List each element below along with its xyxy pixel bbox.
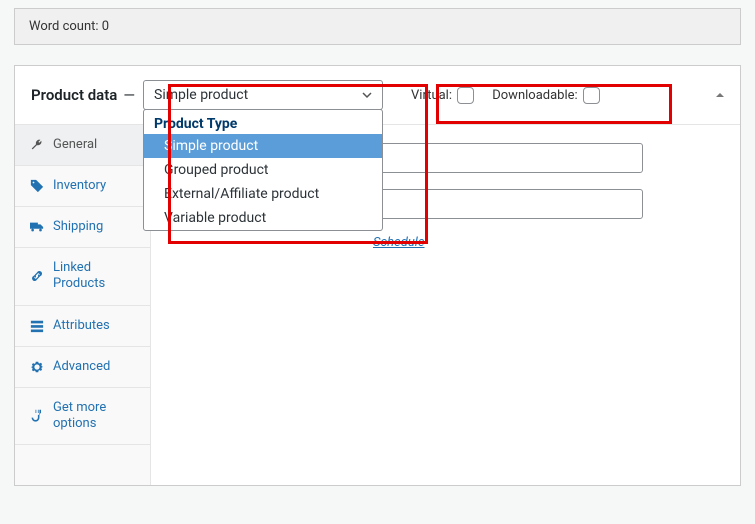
product-flags: Virtual: Downloadable: (411, 87, 600, 104)
product-type-selected-value: Simple product (154, 87, 248, 103)
tab-label: Advanced (53, 359, 110, 375)
tab-inventory[interactable]: Inventory (15, 166, 150, 207)
product-type-select[interactable]: Simple product Product Type Simple produ… (143, 80, 383, 110)
sale-price-input[interactable] (373, 189, 643, 219)
link-icon (29, 268, 45, 284)
tab-advanced[interactable]: Advanced (15, 347, 150, 388)
downloadable-group: Downloadable: (492, 87, 600, 104)
panel-collapse-toggle[interactable] (714, 89, 726, 101)
tab-get-more-options[interactable]: Get more options (15, 388, 150, 446)
virtual-group: Virtual: (411, 87, 474, 104)
tab-label: Get more options (53, 400, 140, 433)
wrench-icon (29, 137, 45, 153)
dash-separator: — (123, 86, 135, 104)
option-simple-product[interactable]: Simple product (144, 134, 382, 158)
product-type-dropdown: Product Type Simple product Grouped prod… (143, 109, 383, 231)
word-count-label: Word count: 0 (29, 19, 109, 34)
list-icon (29, 318, 45, 334)
regular-price-input[interactable] (373, 143, 643, 173)
virtual-label: Virtual: (411, 87, 452, 102)
option-grouped-product[interactable]: Grouped product (144, 158, 382, 182)
downloadable-checkbox[interactable] (583, 87, 600, 104)
tab-label: General (53, 137, 97, 153)
tab-label: Shipping (53, 219, 103, 235)
product-data-panel: Product data — Simple product Product Ty… (14, 65, 741, 486)
panel-header: Product data — Simple product Product Ty… (15, 66, 740, 125)
word-count-bar: Word count: 0 (14, 8, 741, 45)
product-data-tabs: General Inventory Shipping Linked Produc… (15, 125, 151, 485)
product-type-select-display[interactable]: Simple product (143, 80, 383, 110)
tab-label: Attributes (53, 318, 110, 334)
schedule-link[interactable]: Schedule (373, 235, 425, 250)
downloadable-label: Downloadable: (492, 87, 577, 102)
option-external-affiliate-product[interactable]: External/Affiliate product (144, 182, 382, 206)
tab-linked-products[interactable]: Linked Products (15, 248, 150, 306)
option-variable-product[interactable]: Variable product (144, 206, 382, 230)
dropdown-heading: Product Type (144, 110, 382, 134)
virtual-checkbox[interactable] (457, 87, 474, 104)
tab-shipping[interactable]: Shipping (15, 207, 150, 248)
panel-title: Product data (31, 86, 117, 104)
truck-icon (29, 219, 45, 235)
gear-icon (29, 359, 45, 375)
tag-icon (29, 178, 45, 194)
tab-general[interactable]: General (15, 125, 150, 166)
tab-label: Inventory (53, 178, 106, 194)
chevron-down-icon (361, 89, 373, 101)
tab-attributes[interactable]: Attributes (15, 306, 150, 347)
tab-label: Linked Products (53, 260, 140, 293)
plug-icon (29, 408, 45, 424)
